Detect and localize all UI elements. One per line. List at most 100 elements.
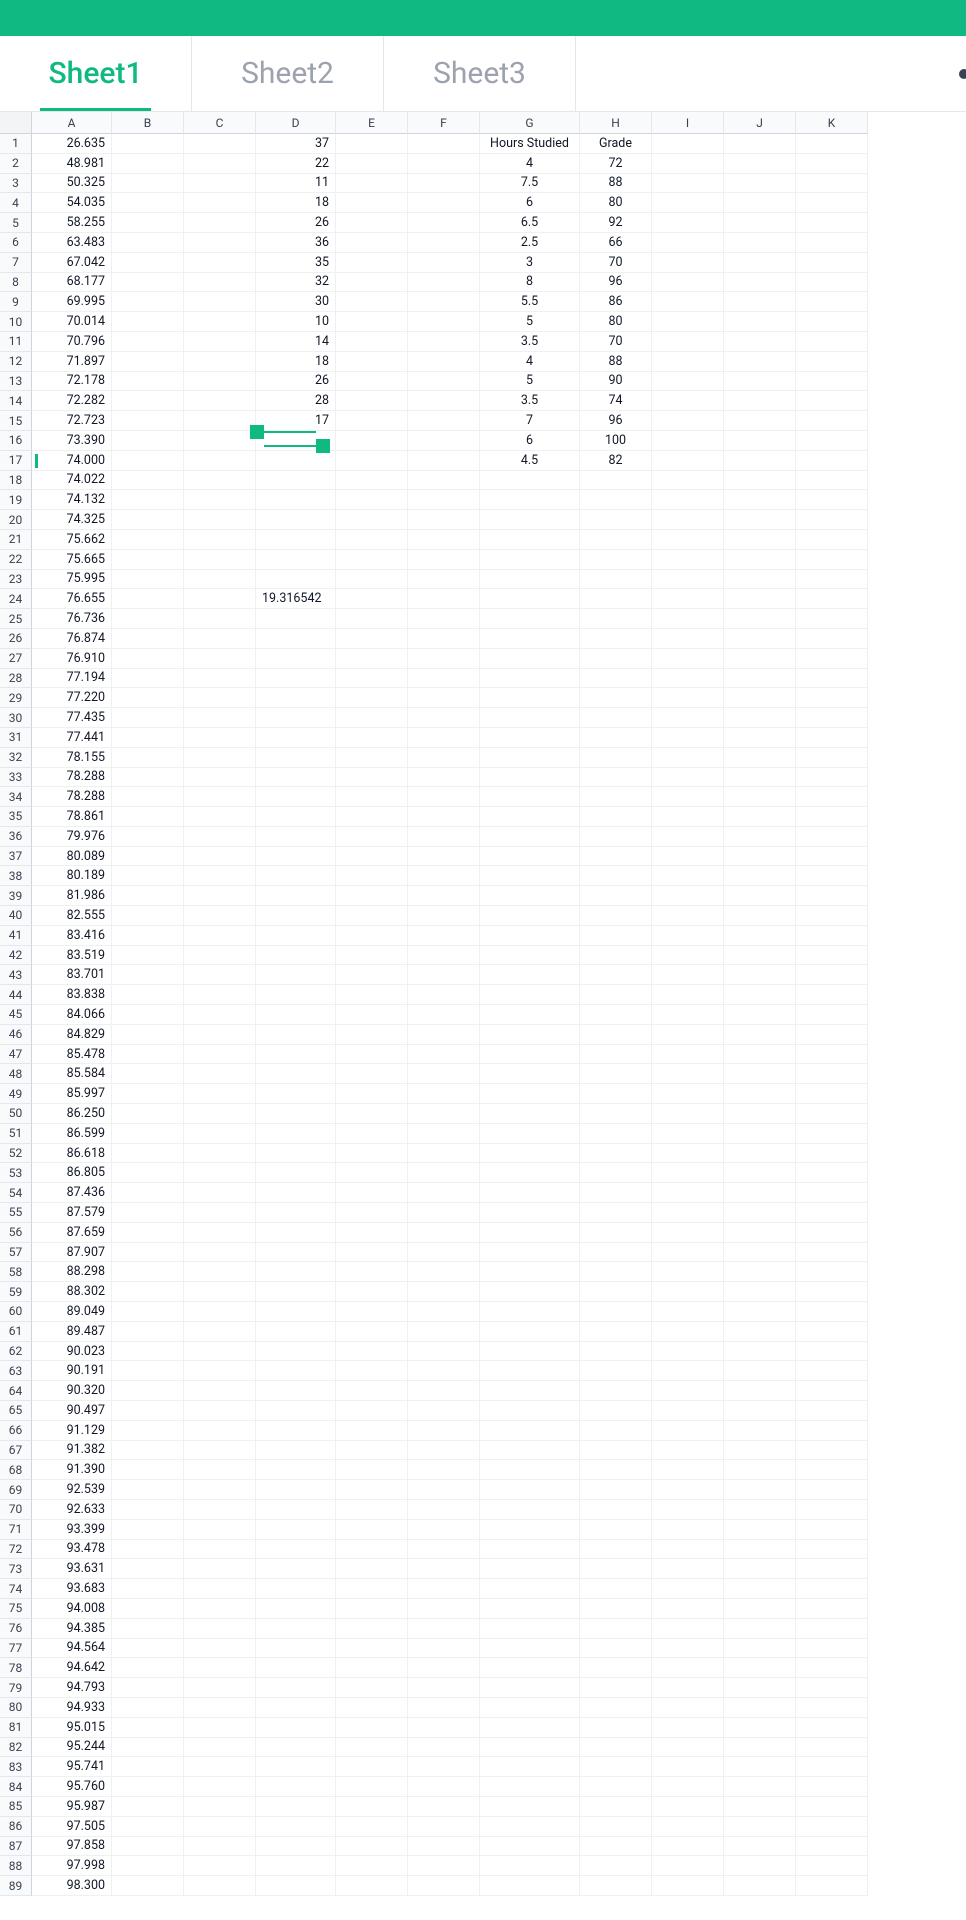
cell-D29[interactable] [256, 688, 336, 708]
cell-C8[interactable] [184, 273, 256, 293]
cell-D37[interactable] [256, 847, 336, 867]
cell-H34[interactable] [580, 787, 652, 807]
cell-H57[interactable] [580, 1243, 652, 1263]
row-header[interactable]: 30 [0, 708, 32, 728]
cell-E55[interactable] [336, 1203, 408, 1223]
cell-E45[interactable] [336, 1005, 408, 1025]
cell-I21[interactable] [652, 530, 724, 550]
cell-A52[interactable]: 86.618 [32, 1144, 112, 1164]
cell-I26[interactable] [652, 629, 724, 649]
cell-J77[interactable] [724, 1639, 796, 1659]
row-header[interactable]: 18 [0, 471, 32, 491]
cell-D39[interactable] [256, 886, 336, 906]
cell-C86[interactable] [184, 1817, 256, 1837]
cell-H6[interactable]: 66 [580, 233, 652, 253]
row-header[interactable]: 38 [0, 866, 32, 886]
cell-K37[interactable] [796, 847, 868, 867]
cell-B24[interactable] [112, 589, 184, 609]
cell-H73[interactable] [580, 1559, 652, 1579]
cell-C16[interactable] [184, 431, 256, 451]
cell-F36[interactable] [408, 827, 480, 847]
cell-G70[interactable] [480, 1500, 580, 1520]
cell-K26[interactable] [796, 629, 868, 649]
row-header[interactable]: 20 [0, 510, 32, 530]
cell-I68[interactable] [652, 1460, 724, 1480]
cell-K88[interactable] [796, 1856, 868, 1876]
cell-C44[interactable] [184, 985, 256, 1005]
cell-K46[interactable] [796, 1025, 868, 1045]
cell-F71[interactable] [408, 1520, 480, 1540]
cell-K7[interactable] [796, 253, 868, 273]
cell-A87[interactable]: 97.858 [32, 1837, 112, 1857]
cell-G14[interactable]: 3.5 [480, 391, 580, 411]
cell-E75[interactable] [336, 1599, 408, 1619]
cell-C46[interactable] [184, 1025, 256, 1045]
cell-G86[interactable] [480, 1817, 580, 1837]
cell-I88[interactable] [652, 1856, 724, 1876]
cell-B20[interactable] [112, 510, 184, 530]
cell-F33[interactable] [408, 768, 480, 788]
cell-G42[interactable] [480, 946, 580, 966]
cell-I15[interactable] [652, 411, 724, 431]
cell-H46[interactable] [580, 1025, 652, 1045]
cell-C42[interactable] [184, 946, 256, 966]
cell-E43[interactable] [336, 965, 408, 985]
cell-J54[interactable] [724, 1183, 796, 1203]
cell-C35[interactable] [184, 807, 256, 827]
row-header[interactable]: 47 [0, 1045, 32, 1065]
cell-H43[interactable] [580, 965, 652, 985]
cell-J14[interactable] [724, 391, 796, 411]
cell-G55[interactable] [480, 1203, 580, 1223]
cell-E80[interactable] [336, 1698, 408, 1718]
cell-D20[interactable] [256, 510, 336, 530]
cell-G60[interactable] [480, 1302, 580, 1322]
cell-J1[interactable] [724, 134, 796, 154]
cell-K25[interactable] [796, 609, 868, 629]
cell-D41[interactable] [256, 926, 336, 946]
cell-K54[interactable] [796, 1183, 868, 1203]
cell-C43[interactable] [184, 965, 256, 985]
cell-H44[interactable] [580, 985, 652, 1005]
cell-D43[interactable] [256, 965, 336, 985]
cell-B54[interactable] [112, 1183, 184, 1203]
cell-H21[interactable] [580, 530, 652, 550]
cell-D36[interactable] [256, 827, 336, 847]
cell-I22[interactable] [652, 550, 724, 570]
cell-G13[interactable]: 5 [480, 372, 580, 392]
cell-B8[interactable] [112, 273, 184, 293]
cell-I5[interactable] [652, 213, 724, 233]
cell-C11[interactable] [184, 332, 256, 352]
cell-B18[interactable] [112, 471, 184, 491]
cell-B60[interactable] [112, 1302, 184, 1322]
cell-I58[interactable] [652, 1262, 724, 1282]
cell-D69[interactable] [256, 1480, 336, 1500]
cell-B45[interactable] [112, 1005, 184, 1025]
cell-E50[interactable] [336, 1104, 408, 1124]
cell-A68[interactable]: 91.390 [32, 1460, 112, 1480]
cell-F44[interactable] [408, 985, 480, 1005]
cell-F6[interactable] [408, 233, 480, 253]
cell-B46[interactable] [112, 1025, 184, 1045]
cell-D89[interactable] [256, 1876, 336, 1896]
cell-F31[interactable] [408, 728, 480, 748]
cell-H86[interactable] [580, 1817, 652, 1837]
row-header[interactable]: 21 [0, 530, 32, 550]
cell-C1[interactable] [184, 134, 256, 154]
cell-A86[interactable]: 97.505 [32, 1817, 112, 1837]
cell-I64[interactable] [652, 1381, 724, 1401]
cell-C59[interactable] [184, 1282, 256, 1302]
cell-D38[interactable] [256, 866, 336, 886]
col-header-E[interactable]: E [336, 112, 408, 134]
cell-G65[interactable] [480, 1401, 580, 1421]
cell-E3[interactable] [336, 174, 408, 194]
cell-E59[interactable] [336, 1282, 408, 1302]
cell-H15[interactable]: 96 [580, 411, 652, 431]
cell-F66[interactable] [408, 1421, 480, 1441]
cell-H66[interactable] [580, 1421, 652, 1441]
cell-I8[interactable] [652, 273, 724, 293]
cell-A76[interactable]: 94.385 [32, 1619, 112, 1639]
cell-A37[interactable]: 80.089 [32, 847, 112, 867]
cell-G81[interactable] [480, 1718, 580, 1738]
cell-E58[interactable] [336, 1262, 408, 1282]
cell-I24[interactable] [652, 589, 724, 609]
